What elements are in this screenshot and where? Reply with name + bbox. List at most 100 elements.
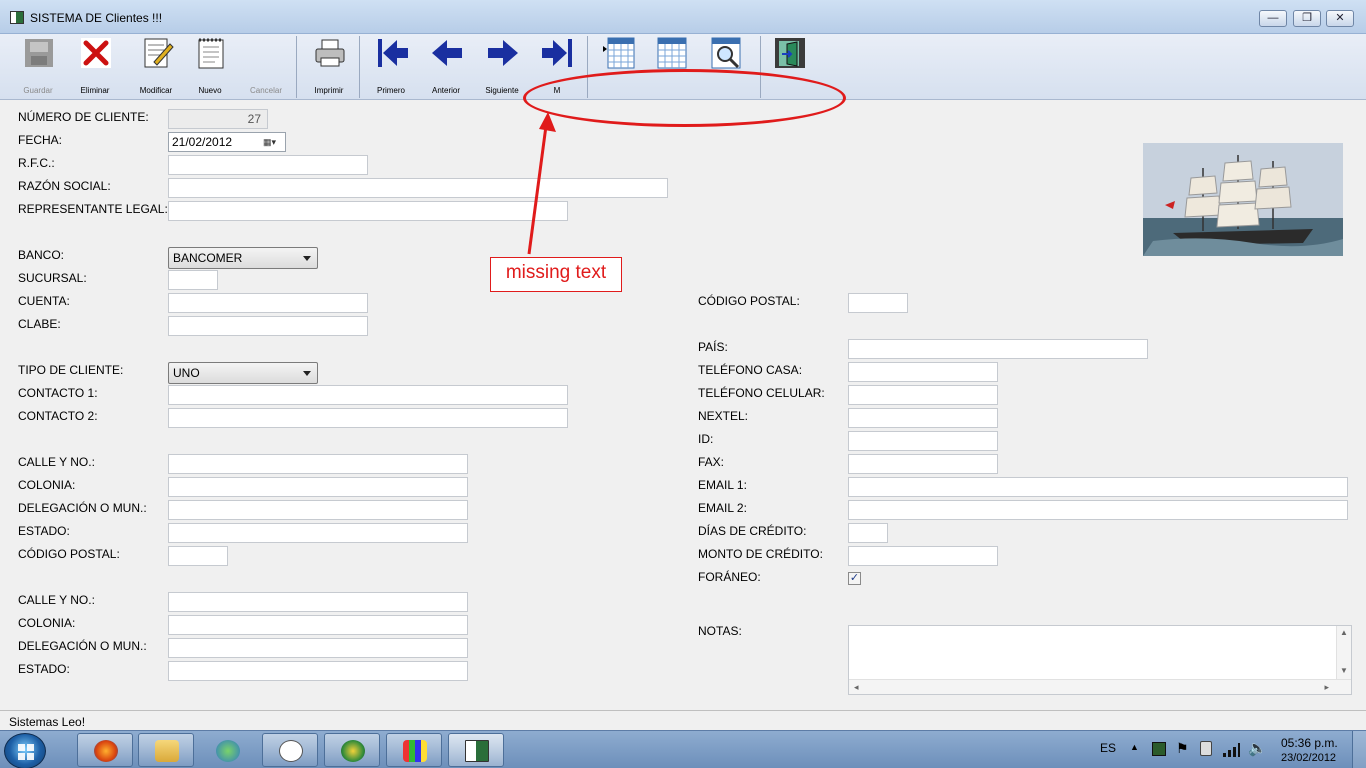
save-icon <box>25 39 53 67</box>
fecha-datepicker[interactable]: 21/02/2012 ▦▾ <box>168 132 286 152</box>
razon-social-label: RAZÓN SOCIAL: <box>18 179 111 193</box>
network-signal-icon[interactable] <box>1222 740 1240 758</box>
cuenta-input[interactable] <box>168 293 368 313</box>
monto-credito-label: MONTO DE CRÉDITO: <box>698 547 823 561</box>
colonia2-label: COLONIA: <box>18 616 76 630</box>
rfc-input[interactable] <box>168 155 368 175</box>
messenger-icon <box>216 740 240 762</box>
pais-input[interactable] <box>848 339 1148 359</box>
language-indicator[interactable]: ES <box>1100 741 1116 755</box>
search-icon <box>711 37 741 69</box>
razon-social-input[interactable] <box>168 178 668 198</box>
calle2-input[interactable] <box>168 592 468 612</box>
delegacion1-input[interactable] <box>168 500 468 520</box>
estado2-label: ESTADO: <box>18 662 70 676</box>
estado2-input[interactable] <box>168 661 468 681</box>
primero-button[interactable]: Primero <box>363 34 419 96</box>
email2-input[interactable] <box>848 500 1348 520</box>
clock-time[interactable]: 05:36 p.m. <box>1281 736 1338 750</box>
title-bar: SISTEMA DE Clientes !!! — ❐ ✕ <box>0 0 1366 34</box>
calle1-input[interactable] <box>168 454 468 474</box>
numero-cliente-input[interactable]: 27 <box>168 109 268 129</box>
foraneo-checkbox[interactable]: ✓ <box>848 572 861 585</box>
id-input[interactable] <box>848 431 998 451</box>
calendar-dropdown-icon[interactable]: ▦▾ <box>263 137 281 148</box>
first-record-icon <box>378 39 408 67</box>
cp1-input[interactable] <box>168 546 228 566</box>
cp-right-input[interactable] <box>848 293 908 313</box>
tray-expand-icon[interactable]: ▲ <box>1130 742 1139 752</box>
taskbar-windows-app[interactable] <box>386 733 442 767</box>
show-desktop-button[interactable] <box>1352 731 1366 768</box>
scroll-left-icon[interactable]: ◂ <box>854 682 859 693</box>
colonia1-input[interactable] <box>168 477 468 497</box>
contacto1-input[interactable] <box>168 385 568 405</box>
taskbar-explorer[interactable] <box>138 733 194 767</box>
next-record-icon <box>488 40 518 66</box>
colonia2-input[interactable] <box>168 615 468 635</box>
anterior-button[interactable]: Anterior <box>418 34 474 96</box>
foraneo-label: FORÁNEO: <box>698 570 761 584</box>
folder-icon <box>155 740 179 762</box>
sucursal-input[interactable] <box>168 270 218 290</box>
scroll-up-icon[interactable]: ▲ <box>1340 628 1348 637</box>
taskbar-rabbit-app[interactable] <box>262 733 318 767</box>
banco-select[interactable]: BANCOMER <box>168 247 318 269</box>
calle1-label: CALLE Y NO.: <box>18 455 95 469</box>
fecha-value: 21/02/2012 <box>172 135 233 149</box>
tray-app-icon[interactable] <box>1152 742 1166 756</box>
action-center-flag-icon[interactable]: ⚑ <box>1176 740 1189 757</box>
window-title: SISTEMA DE Clientes !!! <box>30 11 163 25</box>
minimize-button[interactable]: — <box>1259 10 1287 27</box>
eliminar-button[interactable]: Eliminar <box>67 34 123 96</box>
clabe-input[interactable] <box>168 316 368 336</box>
fax-input[interactable] <box>848 454 998 474</box>
windows-logo-icon <box>18 744 34 760</box>
notes-horizontal-scrollbar[interactable]: ◂ ▸ <box>849 679 1351 694</box>
notas-label: NOTAS: <box>698 624 742 638</box>
nuevo-button[interactable]: Nuevo <box>182 34 238 96</box>
id-label: ID: <box>698 432 714 446</box>
cuenta-label: CUENTA: <box>18 294 70 308</box>
form-app-icon <box>465 740 489 762</box>
close-button[interactable]: ✕ <box>1326 10 1354 27</box>
tipo-cliente-select[interactable]: UNO <box>168 362 318 384</box>
colonia1-label: COLONIA: <box>18 478 76 492</box>
tel-casa-input[interactable] <box>848 362 998 382</box>
modificar-button[interactable]: Modificar <box>128 34 184 96</box>
notes-vertical-scrollbar[interactable]: ▲ ▼ <box>1336 626 1351 680</box>
app-icon <box>10 11 24 24</box>
guardar-button[interactable]: Guardar <box>10 34 66 96</box>
nextel-input[interactable] <box>848 408 998 428</box>
representante-input[interactable] <box>168 201 568 221</box>
tel-celular-input[interactable] <box>848 385 998 405</box>
chevron-down-icon <box>303 371 311 376</box>
notas-textarea[interactable]: ▲ ▼ ◂ ▸ <box>848 625 1352 695</box>
volume-icon[interactable]: 🔈 <box>1248 739 1267 757</box>
restore-button[interactable]: ❐ <box>1293 10 1321 27</box>
cancelar-button[interactable]: Cancelar <box>238 34 294 96</box>
firefox-icon <box>94 740 118 762</box>
taskbar-globe-app[interactable] <box>324 733 380 767</box>
cp-right-label: CÓDIGO POSTAL: <box>698 294 800 308</box>
dias-credito-input[interactable] <box>848 523 888 543</box>
contacto2-input[interactable] <box>168 408 568 428</box>
delegacion2-input[interactable] <box>168 638 468 658</box>
siguiente-button[interactable]: Siguiente <box>474 34 530 96</box>
imprimir-button[interactable]: Imprimir <box>301 34 357 96</box>
numero-cliente-label: NÚMERO DE CLIENTE: <box>18 110 149 124</box>
scroll-down-icon[interactable]: ▼ <box>1340 666 1348 675</box>
estado1-input[interactable] <box>168 523 468 543</box>
usb-device-icon[interactable] <box>1200 741 1212 756</box>
start-button[interactable] <box>4 733 46 768</box>
taskbar-messenger[interactable] <box>199 733 255 767</box>
estado1-label: ESTADO: <box>18 524 70 538</box>
taskbar-sistema-clientes[interactable] <box>448 733 504 767</box>
clock-date[interactable]: 23/02/2012 <box>1281 752 1336 764</box>
scroll-right-icon[interactable]: ▸ <box>1324 682 1329 693</box>
email1-input[interactable] <box>848 477 1348 497</box>
representante-label: REPRESENTANTE LEGAL: <box>18 202 168 216</box>
monto-credito-input[interactable] <box>848 546 998 566</box>
taskbar-firefox[interactable] <box>77 733 133 767</box>
chevron-down-icon <box>303 256 311 261</box>
